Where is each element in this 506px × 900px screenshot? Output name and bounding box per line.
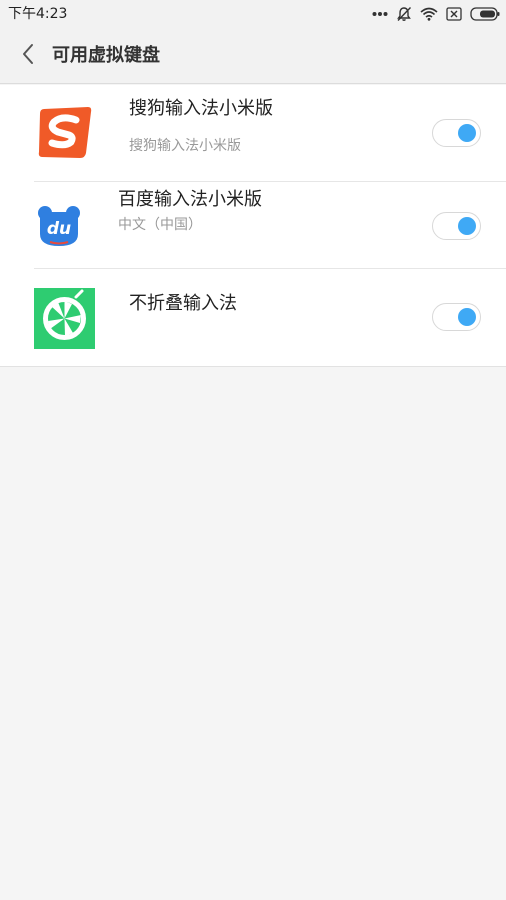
keyboard-row-sogou[interactable]: 搜狗输入法小米版 搜狗输入法小米版	[0, 85, 506, 182]
toggle-knob	[458, 124, 476, 142]
sogou-app-icon	[36, 103, 94, 165]
keyboard-subtitle: 中文（中国）	[118, 217, 202, 233]
wifi-icon	[420, 7, 438, 21]
status-icons	[372, 4, 500, 24]
bell-muted-icon	[396, 6, 412, 22]
sim-none-icon	[446, 7, 462, 21]
status-time: 下午4:23	[8, 6, 68, 22]
toggle-knob	[458, 308, 476, 326]
chevron-left-icon	[21, 43, 35, 69]
svg-text:du: du	[47, 219, 71, 239]
keyboard-row-baidu[interactable]: du 百度输入法小米版 中文（中国）	[0, 182, 506, 269]
more-dots-icon	[372, 11, 388, 17]
baidu-app-icon: du	[36, 204, 82, 252]
keyboard-list: 搜狗输入法小米版 搜狗输入法小米版 du 百度输入法小米版 中文（中国） 不折叠…	[0, 85, 506, 367]
keyboard-name: 不折叠输入法	[129, 293, 237, 314]
page-title: 可用虚拟键盘	[52, 45, 160, 66]
keyboard-toggle-buzhedie[interactable]	[432, 303, 481, 331]
keyboard-toggle-baidu[interactable]	[432, 212, 481, 240]
keyboard-name: 搜狗输入法小米版	[129, 98, 273, 119]
keyboard-subtitle: 搜狗输入法小米版	[129, 138, 241, 154]
status-bar: 下午4:23	[0, 0, 506, 28]
back-button[interactable]	[10, 38, 46, 74]
toggle-knob	[458, 217, 476, 235]
app-header: 可用虚拟键盘	[0, 28, 506, 84]
keyboard-row-buzhedie[interactable]: 不折叠输入法	[0, 269, 506, 367]
keyboard-toggle-sogou[interactable]	[432, 119, 481, 147]
buzhedie-app-icon	[34, 288, 95, 353]
battery-icon	[470, 7, 500, 21]
keyboard-name: 百度输入法小米版	[118, 189, 262, 210]
